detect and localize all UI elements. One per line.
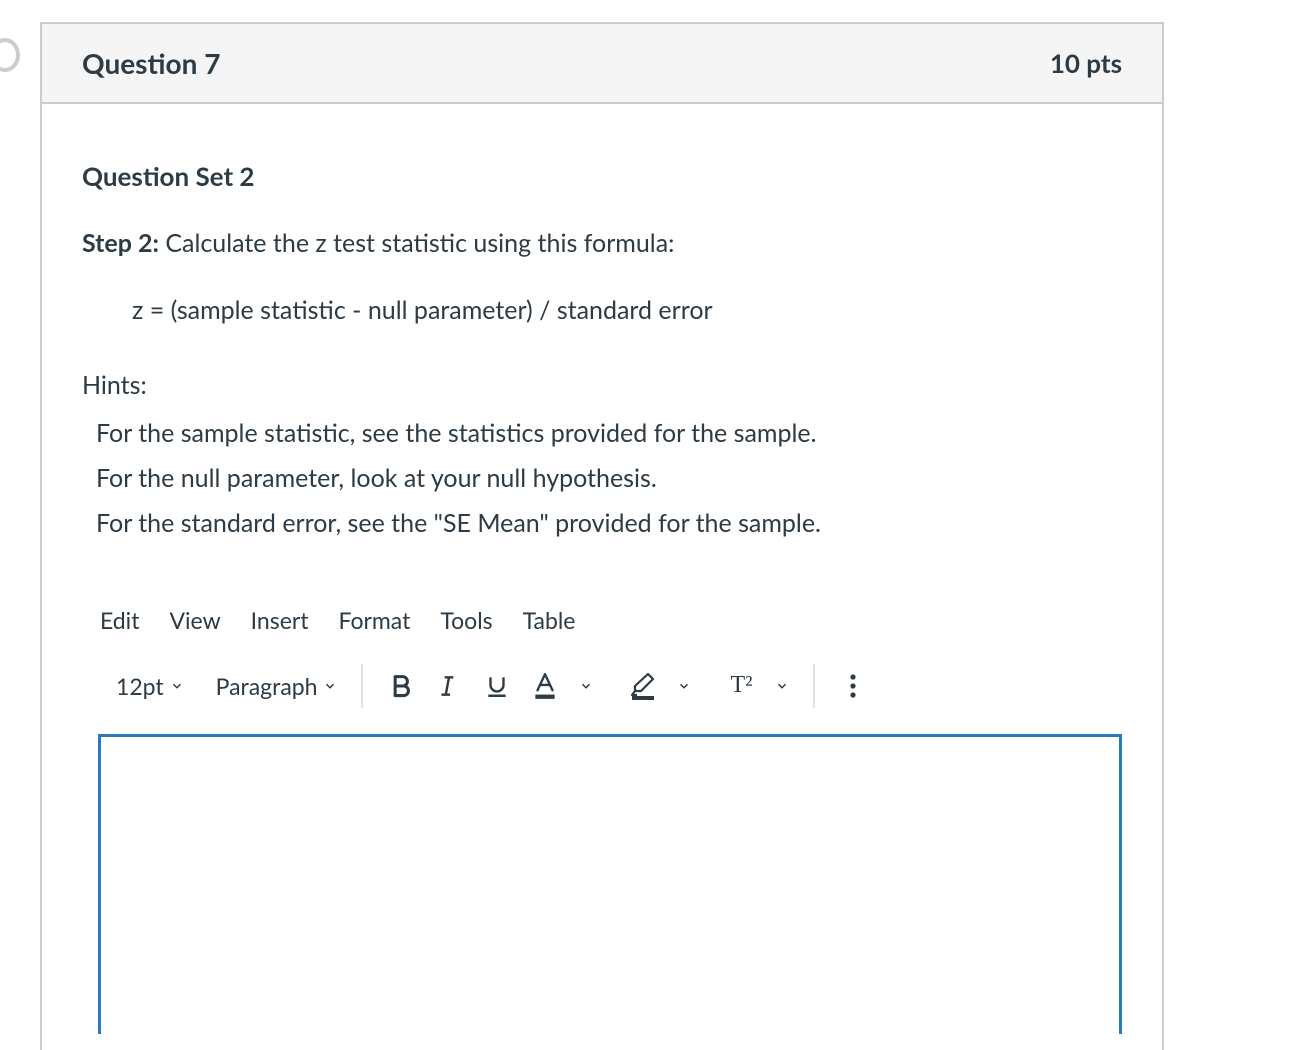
text-color-dropdown[interactable] xyxy=(573,666,599,706)
superscript-dropdown[interactable] xyxy=(769,666,795,706)
font-size-dropdown[interactable]: 12pt xyxy=(110,666,190,706)
menu-tools[interactable]: Tools xyxy=(440,606,492,634)
text-color-icon xyxy=(532,671,558,701)
answer-textarea[interactable] xyxy=(98,734,1122,1034)
hint-item: For the null parameter, look at your nul… xyxy=(96,456,1122,501)
menu-format[interactable]: Format xyxy=(338,606,410,634)
question-set-title: Question Set 2 xyxy=(82,156,1122,196)
question-points: 10 pts xyxy=(1050,47,1122,79)
question-header: Question 7 10 pts xyxy=(42,24,1162,104)
editor-menu-bar: Edit View Insert Format Tools Table xyxy=(82,602,1122,656)
toolbar-divider xyxy=(361,664,363,708)
editor-toolbar: 12pt Paragraph xyxy=(82,656,1122,730)
step-label: Step 2: xyxy=(82,228,159,258)
highlight-color-dropdown[interactable] xyxy=(671,666,697,706)
step-instruction: Step 2: Calculate the z test statistic u… xyxy=(82,224,1122,263)
chevron-down-icon xyxy=(579,679,593,693)
block-format-dropdown[interactable]: Paragraph xyxy=(210,666,344,706)
block-format-label: Paragraph xyxy=(216,672,318,700)
italic-icon xyxy=(436,673,462,699)
step-text: Calculate the z test statistic using thi… xyxy=(159,228,674,258)
question-marker-icon xyxy=(0,38,20,72)
menu-edit[interactable]: Edit xyxy=(100,606,139,634)
menu-view[interactable]: View xyxy=(169,606,220,634)
underline-button[interactable] xyxy=(477,666,517,706)
underline-icon xyxy=(484,673,510,699)
question-card: Question 7 10 pts Question Set 2 Step 2:… xyxy=(40,22,1164,1050)
italic-button[interactable] xyxy=(429,666,469,706)
menu-table[interactable]: Table xyxy=(523,606,576,634)
bold-icon xyxy=(387,672,415,700)
formula-text: z = (sample statistic - null parameter) … xyxy=(82,291,1122,330)
chevron-down-icon xyxy=(170,679,184,693)
text-color-button[interactable] xyxy=(525,666,565,706)
superscript-button[interactable]: T² xyxy=(721,666,761,706)
hint-item: For the sample statistic, see the statis… xyxy=(96,411,1122,456)
font-size-label: 12pt xyxy=(116,672,164,700)
kebab-menu-icon xyxy=(849,673,857,699)
hints-label: Hints: xyxy=(82,366,1122,405)
question-title: Question 7 xyxy=(82,46,220,80)
highlight-color-button[interactable] xyxy=(623,666,663,706)
chevron-down-icon xyxy=(323,679,337,693)
chevron-down-icon xyxy=(775,679,789,693)
highlighter-icon xyxy=(629,671,657,701)
menu-insert[interactable]: Insert xyxy=(251,606,309,634)
chevron-down-icon xyxy=(677,679,691,693)
bold-button[interactable] xyxy=(381,666,421,706)
more-options-button[interactable] xyxy=(833,666,873,706)
question-body: Question Set 2 Step 2: Calculate the z t… xyxy=(42,104,1162,546)
superscript-icon: T² xyxy=(731,672,753,699)
hints-list: For the sample statistic, see the statis… xyxy=(82,411,1122,546)
rich-text-editor: Edit View Insert Format Tools Table 12pt xyxy=(82,602,1122,730)
hint-item: For the standard error, see the "SE Mean… xyxy=(96,501,1122,546)
toolbar-divider xyxy=(813,664,815,708)
